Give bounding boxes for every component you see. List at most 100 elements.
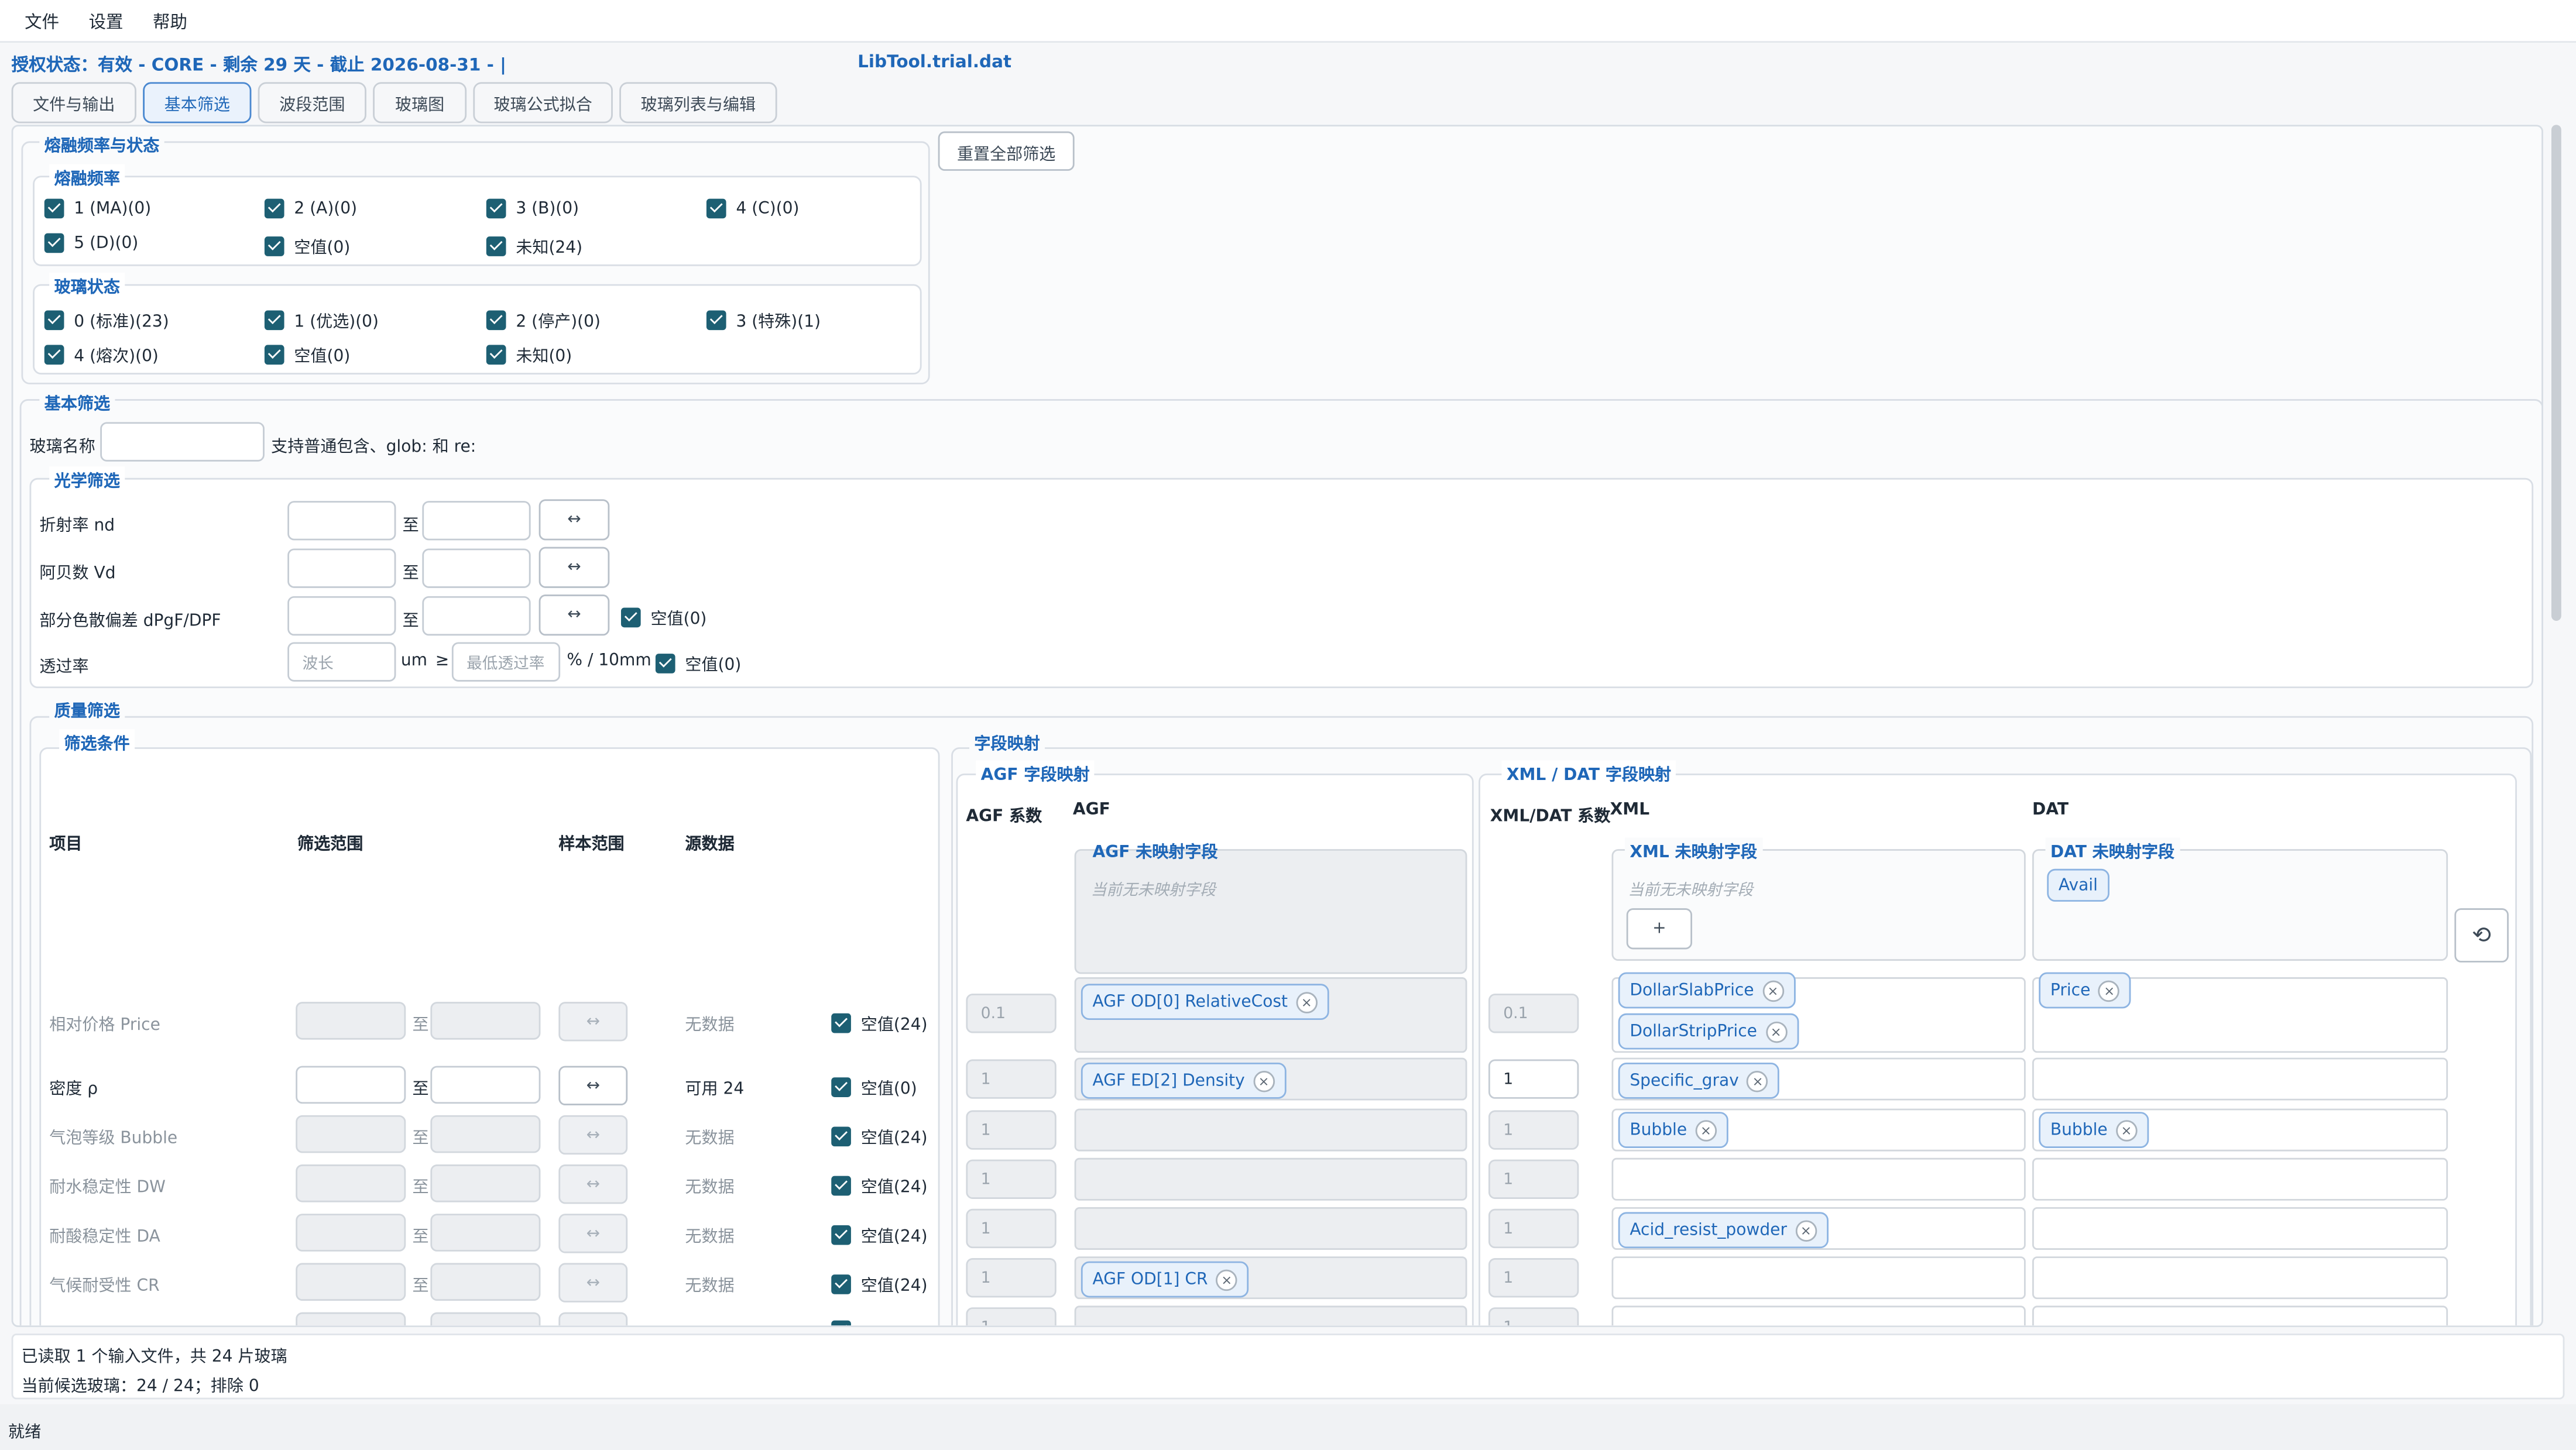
quality-swap-button[interactable]: ↔ bbox=[558, 1002, 628, 1042]
quality-min-input[interactable] bbox=[296, 1115, 406, 1153]
remove-icon[interactable]: × bbox=[1695, 1119, 1717, 1141]
remove-icon[interactable]: × bbox=[2098, 980, 2120, 1001]
refresh-icon[interactable]: ⟲ bbox=[2454, 908, 2509, 963]
remove-icon[interactable]: × bbox=[1765, 1021, 1787, 1042]
reset-all-filters-button[interactable]: 重置全部筛选 bbox=[938, 131, 1075, 171]
status-checkbox-2[interactable]: 2 (停产)(0) bbox=[486, 307, 601, 332]
status-checkbox-0[interactable]: 0 (标准)(23) bbox=[44, 307, 169, 332]
scrollbar-thumb[interactable] bbox=[2551, 125, 2561, 621]
remove-icon[interactable]: × bbox=[1747, 1070, 1769, 1092]
remove-icon[interactable]: × bbox=[1216, 1269, 1238, 1290]
freq-checkbox-3[interactable]: 3 (B)(0) bbox=[486, 198, 579, 219]
mapped-field-chip[interactable]: Acid_resist_powder × bbox=[1618, 1212, 1829, 1249]
agf-coef-input[interactable]: 1 bbox=[966, 1159, 1057, 1199]
remove-icon[interactable]: × bbox=[2115, 1119, 2138, 1141]
status-checkbox-3[interactable]: 3 (特殊)(1) bbox=[706, 307, 821, 332]
quality-swap-button[interactable]: ↔ bbox=[558, 1164, 628, 1204]
tab-file-output[interactable]: 文件与输出 bbox=[11, 82, 136, 123]
quality-min-input[interactable] bbox=[296, 1263, 406, 1301]
dpgf-empty-checkbox[interactable]: 空值(0) bbox=[620, 604, 706, 629]
quality-swap-button[interactable]: ↔ bbox=[558, 1214, 628, 1253]
mapped-field-chip[interactable]: Specific_grav × bbox=[1618, 1062, 1780, 1099]
nd-min-input[interactable] bbox=[287, 501, 396, 541]
quality-empty-checkbox[interactable]: 空值(24) bbox=[831, 1271, 928, 1296]
tab-glass-map[interactable]: 玻璃图 bbox=[373, 82, 467, 123]
remove-icon[interactable]: × bbox=[1253, 1070, 1275, 1092]
agf-mapping-cell[interactable] bbox=[1074, 1305, 1467, 1326]
mapped-field-chip[interactable]: AGF OD[1] CR × bbox=[1081, 1261, 1249, 1298]
xml-coef-input[interactable]: 0.1 bbox=[1488, 994, 1579, 1033]
freq-checkbox-5[interactable]: 5 (D)(0) bbox=[44, 233, 138, 253]
xml-coef-input[interactable]: 1 bbox=[1488, 1059, 1579, 1099]
tab-glass-list-edit[interactable]: 玻璃列表与编辑 bbox=[619, 82, 777, 123]
xml-coef-input[interactable]: 1 bbox=[1488, 1258, 1579, 1298]
quality-empty-checkbox[interactable]: 空值(24) bbox=[831, 1173, 928, 1197]
status-checkbox-1[interactable]: 1 (优选)(0) bbox=[264, 307, 379, 332]
quality-empty-checkbox[interactable]: 空值(0) bbox=[831, 1074, 917, 1099]
quality-min-input[interactable] bbox=[296, 1214, 406, 1252]
status-checkbox-unknown[interactable]: 未知(0) bbox=[486, 342, 572, 366]
freq-checkbox-1[interactable]: 1 (MA)(0) bbox=[44, 198, 151, 219]
mapped-field-chip[interactable]: Bubble × bbox=[2039, 1112, 2149, 1148]
menu-help[interactable]: 帮助 bbox=[153, 10, 187, 35]
mapped-field-chip[interactable]: Bubble × bbox=[1618, 1112, 1728, 1148]
dat-mapping-cell[interactable] bbox=[2032, 1207, 2448, 1250]
xml-coef-input[interactable]: 1 bbox=[1488, 1307, 1579, 1326]
mapped-field-chip[interactable]: Price × bbox=[2039, 972, 2132, 1009]
quality-max-input[interactable] bbox=[430, 1002, 541, 1040]
xml-coef-input[interactable]: 1 bbox=[1488, 1208, 1579, 1249]
quality-min-input[interactable] bbox=[296, 1066, 406, 1104]
transmission-empty-checkbox[interactable]: 空值(0) bbox=[655, 650, 741, 675]
xml-coef-input[interactable]: 1 bbox=[1488, 1110, 1579, 1150]
quality-max-input[interactable] bbox=[430, 1066, 541, 1104]
quality-swap-button[interactable]: ↔ bbox=[558, 1115, 628, 1155]
main-scrollbar[interactable] bbox=[2548, 125, 2564, 1327]
vd-swap-button[interactable]: ↔ bbox=[538, 547, 610, 588]
xml-mapping-cell[interactable] bbox=[1611, 1157, 2026, 1201]
quality-max-input[interactable] bbox=[430, 1263, 541, 1301]
status-checkbox-empty[interactable]: 空值(0) bbox=[264, 342, 350, 366]
wavelength-input[interactable]: 波长 bbox=[287, 642, 396, 682]
xml-mapping-cell[interactable] bbox=[1611, 1256, 2026, 1300]
tab-basic-filter[interactable]: 基本筛选 bbox=[143, 82, 252, 123]
quality-swap-button[interactable] bbox=[558, 1312, 628, 1326]
remove-icon[interactable]: × bbox=[1795, 1219, 1817, 1241]
quality-swap-button[interactable]: ↔ bbox=[558, 1263, 628, 1303]
freq-checkbox-2[interactable]: 2 (A)(0) bbox=[264, 198, 357, 219]
add-xml-field-button[interactable]: + bbox=[1626, 908, 1693, 950]
nd-swap-button[interactable]: ↔ bbox=[538, 499, 610, 541]
dat-mapping-cell[interactable] bbox=[2032, 1305, 2448, 1326]
quality-min-input[interactable] bbox=[296, 1312, 406, 1326]
quality-max-input[interactable] bbox=[430, 1164, 541, 1202]
mapped-field-chip[interactable]: DollarStripPrice × bbox=[1618, 1013, 1799, 1050]
mapped-field-chip[interactable]: DollarSlabPrice × bbox=[1618, 972, 1795, 1009]
quality-min-input[interactable] bbox=[296, 1164, 406, 1202]
xml-mapping-cell[interactable] bbox=[1611, 1305, 2026, 1326]
mapped-field-chip[interactable]: AGF OD[0] RelativeCost × bbox=[1081, 984, 1329, 1021]
remove-icon[interactable]: × bbox=[1296, 991, 1318, 1013]
quality-max-input[interactable] bbox=[430, 1312, 541, 1326]
min-transmission-input[interactable]: 最低透过率 bbox=[451, 642, 561, 682]
status-checkbox-4[interactable]: 4 (熔次)(0) bbox=[44, 342, 159, 366]
agf-mapping-cell[interactable] bbox=[1074, 1207, 1467, 1250]
agf-mapping-cell[interactable] bbox=[1074, 1157, 1467, 1201]
dat-mapping-cell[interactable] bbox=[2032, 1057, 2448, 1101]
dat-mapping-cell[interactable] bbox=[2032, 1157, 2448, 1201]
agf-coef-input[interactable]: 1 bbox=[966, 1307, 1057, 1326]
quality-empty-checkbox[interactable]: 空值(24) bbox=[831, 1010, 928, 1035]
vd-max-input[interactable] bbox=[422, 548, 531, 588]
freq-checkbox-4[interactable]: 4 (C)(0) bbox=[706, 198, 800, 219]
freq-checkbox-unknown[interactable]: 未知(24) bbox=[486, 233, 582, 258]
agf-coef-input[interactable]: 1 bbox=[966, 1258, 1057, 1298]
tab-glass-formula-fit[interactable]: 玻璃公式拟合 bbox=[473, 82, 613, 123]
mapped-field-chip[interactable]: AGF ED[2] Density × bbox=[1081, 1062, 1286, 1099]
quality-swap-button[interactable]: ↔ bbox=[558, 1066, 628, 1105]
nd-max-input[interactable] bbox=[422, 501, 531, 541]
agf-mapping-cell[interactable] bbox=[1074, 1108, 1467, 1152]
dpgf-min-input[interactable] bbox=[287, 596, 396, 636]
glass-name-input[interactable] bbox=[100, 422, 265, 462]
quality-empty-checkbox[interactable]: 空值(24) bbox=[831, 1222, 928, 1246]
xml-coef-input[interactable]: 1 bbox=[1488, 1159, 1579, 1199]
quality-max-input[interactable] bbox=[430, 1214, 541, 1252]
remove-icon[interactable]: × bbox=[1762, 980, 1784, 1001]
